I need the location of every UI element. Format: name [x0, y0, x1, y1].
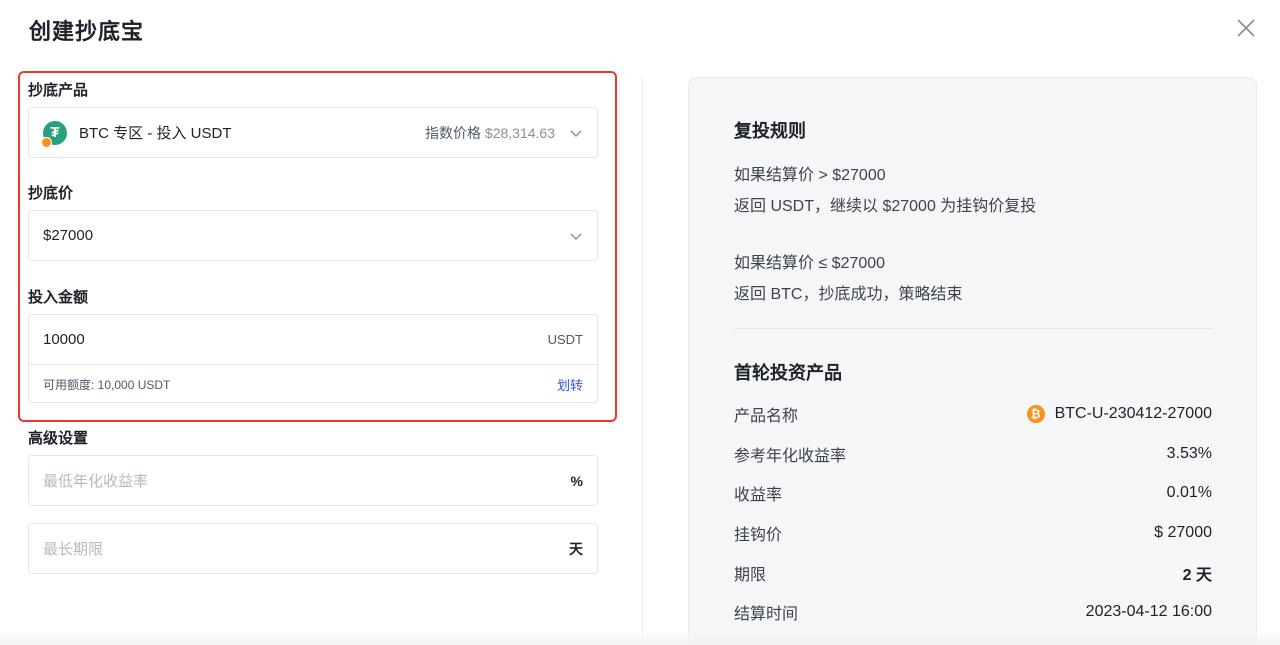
info-row: 挂钩价 $ 27000 — [734, 521, 1212, 545]
min-yield-input[interactable]: 最低年化收益率 % — [28, 455, 598, 506]
first-product-title: 首轮投资产品 — [734, 363, 842, 383]
info-value: $ 27000 — [1154, 524, 1212, 541]
price-value: $27000 — [43, 227, 94, 244]
max-term-placeholder: 最长期限 — [43, 541, 104, 558]
info-key: 产品名称 — [734, 408, 799, 425]
tether-icon: ₮ — [41, 120, 67, 148]
min-yield-placeholder: 最低年化收益率 — [43, 473, 149, 490]
info-row: 结算时间 2023-04-12 16:00 — [734, 600, 1212, 624]
info-value: 2 天 — [1182, 567, 1212, 584]
section-divider — [734, 328, 1212, 329]
info-card: 复投规则 如果结算价 > $27000 返回 USDT，继续以 $27000 为… — [688, 77, 1257, 645]
vertical-divider — [642, 76, 643, 645]
info-key: 收益率 — [734, 487, 783, 504]
chevron-down-icon — [569, 229, 583, 243]
page-title: 创建抄底宝 — [29, 19, 145, 44]
transfer-link[interactable]: 划转 — [557, 375, 583, 394]
amount-input[interactable]: 10000 USDT — [29, 315, 597, 365]
rule-line-2: 返回 USDT，继续以 $27000 为挂钩价复投 — [734, 198, 1037, 215]
advanced-label: 高级设置 — [28, 430, 89, 447]
product-name: BTC 专区 - 投入 USDT — [79, 125, 232, 142]
amount-label: 投入金额 — [28, 289, 89, 306]
amount-value: 10000 — [43, 331, 85, 348]
rule-line-3: 如果结算价 ≤ $27000 — [734, 255, 886, 272]
available-balance: 可用额度: 10,000 USDT — [43, 377, 171, 392]
bitcoin-icon: ₿ — [1026, 405, 1045, 423]
max-term-input[interactable]: 最长期限 天 — [28, 523, 598, 574]
rule-line-1: 如果结算价 > $27000 — [734, 167, 886, 184]
product-label: 抄底产品 — [28, 82, 89, 99]
chevron-down-icon — [569, 126, 583, 140]
info-key: 参考年化收益率 — [734, 448, 847, 465]
product-select[interactable]: ₮ BTC 专区 - 投入 USDT 指数价格 $28,314.63 — [28, 107, 598, 158]
info-row: 产品名称 ₿ BTC-U-230412-27000 — [734, 402, 1212, 426]
index-price-value: $28,314.63 — [484, 124, 555, 141]
info-value: 3.53% — [1166, 445, 1212, 462]
info-key: 结算时间 — [734, 606, 799, 623]
index-price: 指数价格 $28,314.63 — [425, 123, 555, 143]
bitcoin-badge-icon — [41, 136, 52, 148]
price-label: 抄底价 — [28, 185, 74, 202]
info-row: 参考年化收益率 3.53% — [734, 442, 1212, 466]
day-suffix: 天 — [569, 540, 583, 557]
percent-suffix: % — [570, 472, 583, 489]
info-row: 收益率 0.01% — [734, 481, 1212, 505]
info-value: BTC-U-230412-27000 — [1054, 405, 1212, 422]
info-value: 2023-04-12 16:00 — [1085, 603, 1212, 620]
rules-title: 复投规则 — [734, 121, 806, 141]
info-key: 挂钩价 — [734, 527, 783, 544]
amount-unit: USDT — [547, 332, 583, 347]
info-key: 期限 — [734, 567, 767, 584]
rule-line-4: 返回 BTC，抄底成功，策略结束 — [734, 286, 963, 303]
bottom-shadow — [0, 630, 1280, 645]
amount-footer: 可用额度: 10,000 USDT 划转 — [29, 365, 597, 403]
close-icon[interactable] — [1234, 16, 1258, 40]
info-value: 0.01% — [1166, 484, 1212, 501]
amount-box: 10000 USDT 可用额度: 10,000 USDT 划转 — [28, 314, 598, 403]
index-price-label: 指数价格 — [425, 124, 482, 141]
price-select[interactable]: $27000 — [28, 210, 598, 261]
info-row: 期限 2 天 — [734, 561, 1212, 585]
